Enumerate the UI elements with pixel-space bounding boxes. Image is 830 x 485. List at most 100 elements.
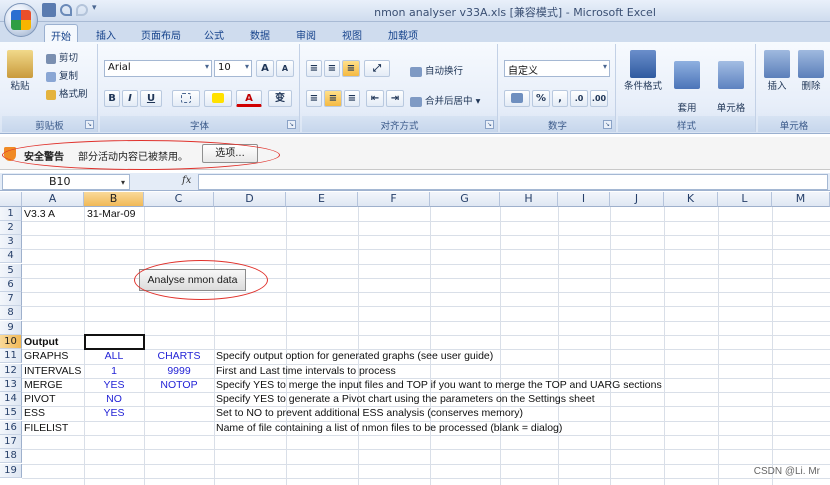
align-top-button[interactable]: ≡ bbox=[306, 60, 322, 77]
insert-cells-button[interactable]: 插入 bbox=[762, 50, 792, 92]
copy-button[interactable]: 复制 bbox=[46, 68, 78, 82]
font-color-button[interactable]: A bbox=[236, 90, 262, 107]
paste-button[interactable]: 粘贴 bbox=[6, 50, 34, 92]
cell-b13[interactable]: YES bbox=[84, 378, 144, 392]
align-middle-button[interactable]: ≡ bbox=[324, 60, 340, 77]
row-header[interactable]: 12 bbox=[0, 364, 22, 378]
align-bottom-button[interactable]: ≡ bbox=[342, 60, 360, 77]
cell-a1[interactable]: V3.3 A bbox=[24, 207, 55, 221]
cell-d13[interactable]: Specify YES to merge the input files and… bbox=[216, 378, 662, 392]
cell-b14[interactable]: NO bbox=[84, 392, 144, 406]
column-header[interactable]: D bbox=[214, 192, 286, 207]
tab-page-layout[interactable]: 页面布局 bbox=[135, 24, 187, 42]
increase-decimal-button[interactable]: .0 bbox=[570, 90, 588, 107]
cell-c12[interactable]: 9999 bbox=[144, 364, 214, 378]
cut-button[interactable]: 剪切 bbox=[46, 50, 78, 64]
row-header[interactable]: 9 bbox=[0, 321, 22, 335]
decrease-decimal-button[interactable]: .00 bbox=[590, 90, 608, 107]
row-header[interactable]: 11 bbox=[0, 349, 22, 363]
column-header[interactable]: A bbox=[22, 192, 84, 207]
italic-button[interactable]: I bbox=[122, 90, 138, 107]
align-left-button[interactable]: ≡ bbox=[306, 90, 322, 107]
column-header[interactable]: H bbox=[500, 192, 558, 207]
row-header[interactable]: 16 bbox=[0, 421, 22, 435]
cell-d11[interactable]: Specify output option for generated grap… bbox=[216, 349, 493, 363]
row-header[interactable]: 3 bbox=[0, 235, 22, 249]
font-name-select[interactable]: Arial ▾ bbox=[104, 60, 212, 77]
row-header[interactable]: 5 bbox=[0, 264, 22, 278]
clipboard-launcher-icon[interactable]: ↘ bbox=[85, 120, 94, 129]
column-header[interactable]: K bbox=[664, 192, 718, 207]
decrease-indent-button[interactable]: ⇤ bbox=[366, 90, 384, 107]
row-header[interactable]: 7 bbox=[0, 292, 22, 306]
column-header[interactable]: F bbox=[358, 192, 430, 207]
tab-review[interactable]: 审阅 bbox=[290, 24, 322, 42]
analyse-nmon-data-button[interactable]: Analyse nmon data bbox=[139, 269, 246, 291]
security-options-button[interactable]: 选项... bbox=[202, 144, 258, 163]
worksheet-grid[interactable]: A B C D E F G H I J K L M 1 2 3 4 5 6 7 … bbox=[0, 192, 830, 485]
cell-d15[interactable]: Set to NO to prevent additional ESS anal… bbox=[216, 406, 523, 420]
cell-a13[interactable]: MERGE bbox=[24, 378, 63, 392]
row-header[interactable]: 6 bbox=[0, 278, 22, 292]
cell-a10[interactable]: Output bbox=[24, 335, 58, 349]
office-button[interactable] bbox=[4, 3, 38, 37]
row-header[interactable]: 2 bbox=[0, 221, 22, 235]
conditional-format-button[interactable]: 条件格式 bbox=[622, 50, 664, 92]
column-header[interactable]: I bbox=[558, 192, 610, 207]
number-format-select[interactable]: 自定义 ▾ bbox=[504, 60, 610, 77]
align-right-button[interactable]: ≡ bbox=[344, 90, 360, 107]
underline-button[interactable]: U bbox=[140, 90, 162, 107]
number-launcher-icon[interactable]: ↘ bbox=[603, 120, 612, 129]
column-header[interactable]: B bbox=[84, 192, 144, 207]
select-all-corner[interactable] bbox=[0, 192, 22, 207]
cell-b12[interactable]: 1 bbox=[84, 364, 144, 378]
row-header[interactable]: 13 bbox=[0, 378, 22, 392]
formula-input[interactable] bbox=[198, 174, 828, 190]
row-header[interactable]: 1 bbox=[0, 207, 22, 221]
cell-a16[interactable]: FILELIST bbox=[24, 421, 68, 435]
bold-button[interactable]: B bbox=[104, 90, 120, 107]
row-header[interactable]: 19 bbox=[0, 464, 22, 478]
cell-c13[interactable]: NOTOP bbox=[144, 378, 214, 392]
align-center-button[interactable]: ≡ bbox=[324, 90, 342, 107]
accounting-format-button[interactable] bbox=[504, 90, 530, 107]
shrink-font-button[interactable]: A bbox=[276, 60, 294, 77]
wrap-text-button[interactable]: 自动换行 bbox=[410, 63, 463, 77]
selected-cell-b10[interactable] bbox=[84, 334, 145, 350]
cell-b15[interactable]: YES bbox=[84, 406, 144, 420]
name-box[interactable]: B10 ▾ bbox=[2, 174, 130, 190]
tab-data[interactable]: 数据 bbox=[244, 24, 276, 42]
cell-a11[interactable]: GRAPHS bbox=[24, 349, 68, 363]
row-header[interactable]: 8 bbox=[0, 306, 22, 320]
comma-button[interactable]: , bbox=[552, 90, 568, 107]
column-header[interactable]: L bbox=[718, 192, 772, 207]
tab-addins[interactable]: 加载项 bbox=[382, 24, 424, 42]
tab-insert[interactable]: 插入 bbox=[90, 24, 122, 42]
cell-b11[interactable]: ALL bbox=[84, 349, 144, 363]
cell-a15[interactable]: ESS bbox=[24, 406, 45, 420]
alignment-launcher-icon[interactable]: ↘ bbox=[485, 120, 494, 129]
row-header[interactable]: 17 bbox=[0, 435, 22, 449]
column-header[interactable]: G bbox=[430, 192, 500, 207]
row-header[interactable]: 18 bbox=[0, 449, 22, 463]
cell-c11[interactable]: CHARTS bbox=[144, 349, 214, 363]
borders-button[interactable] bbox=[172, 90, 200, 107]
increase-indent-button[interactable]: ⇥ bbox=[386, 90, 404, 107]
percent-button[interactable]: % bbox=[532, 90, 550, 107]
cell-d14[interactable]: Specify YES to generate a Pivot chart us… bbox=[216, 392, 595, 406]
row-header[interactable]: 10 bbox=[0, 335, 22, 349]
delete-cells-button[interactable]: 删除 bbox=[796, 50, 826, 92]
tab-view[interactable]: 视图 bbox=[336, 24, 368, 42]
fill-color-button[interactable] bbox=[204, 90, 232, 107]
column-header[interactable]: E bbox=[286, 192, 358, 207]
font-size-select[interactable]: 10 ▾ bbox=[214, 60, 252, 77]
cell-d12[interactable]: First and Last time intervals to process bbox=[216, 364, 396, 378]
column-header[interactable]: C bbox=[144, 192, 214, 207]
insert-function-icon[interactable]: fx bbox=[182, 175, 191, 186]
orientation-button[interactable]: ⤢ bbox=[364, 60, 390, 77]
row-header[interactable]: 15 bbox=[0, 406, 22, 420]
merge-center-button[interactable]: 合并后居中 ▾ bbox=[410, 93, 480, 107]
font-launcher-icon[interactable]: ↘ bbox=[287, 120, 296, 129]
phonetic-button[interactable]: 变 bbox=[268, 90, 292, 107]
tab-formulas[interactable]: 公式 bbox=[198, 24, 230, 42]
